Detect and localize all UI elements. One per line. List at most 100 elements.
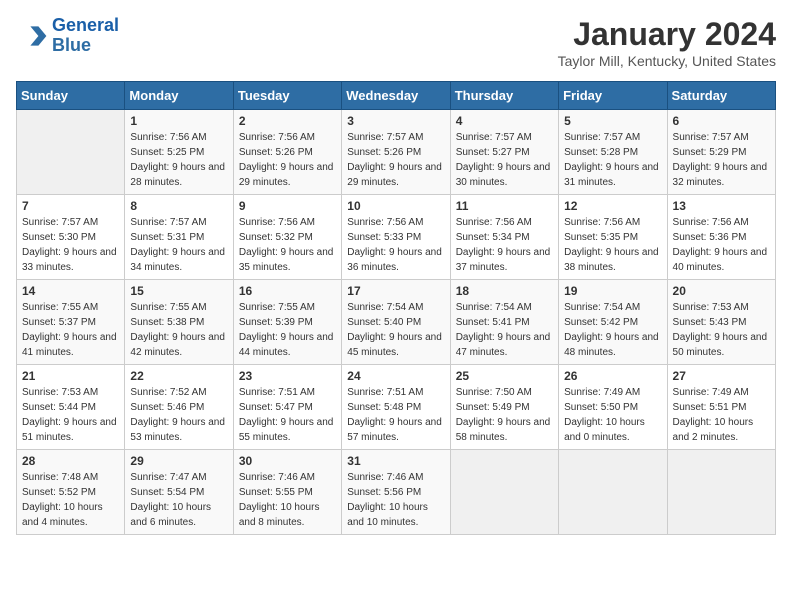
day-info: Sunrise: 7:51 AMSunset: 5:47 PMDaylight:…	[239, 385, 336, 445]
calendar-cell: 14 Sunrise: 7:55 AMSunset: 5:37 PMDayligh…	[17, 280, 125, 365]
calendar-cell: 23 Sunrise: 7:51 AMSunset: 5:47 PMDayligh…	[233, 365, 341, 450]
week-row-4: 21Sunrise: 7:53 AMSunset: 5:44 PMDayligh…	[17, 365, 776, 450]
day-info: Sunrise: 7:46 AMSunset: 5:56 PMDaylight:…	[347, 470, 444, 530]
day-info: Sunrise: 7:54 AMSunset: 5:40 PMDaylight:…	[347, 300, 444, 360]
day-header-friday: Friday	[559, 82, 667, 110]
calendar-table: SundayMondayTuesdayWednesdayThursdayFrid…	[16, 81, 776, 535]
day-number: 15	[130, 284, 227, 298]
day-info: Sunrise: 7:56 AMSunset: 5:26 PMDaylight:…	[239, 130, 336, 190]
day-number: 11	[456, 199, 553, 213]
day-number: 22	[130, 369, 227, 383]
calendar-cell: 15 Sunrise: 7:55 AMSunset: 5:38 PMDayligh…	[125, 280, 233, 365]
day-number: 4	[456, 114, 553, 128]
calendar-cell: 27 Sunrise: 7:49 AMSunset: 5:51 PMDayligh…	[667, 365, 775, 450]
calendar-cell: 2 Sunrise: 7:56 AMSunset: 5:26 PMDaylight…	[233, 110, 341, 195]
day-number: 18	[456, 284, 553, 298]
day-number: 24	[347, 369, 444, 383]
day-number: 14	[22, 284, 119, 298]
calendar-cell: 3Sunrise: 7:57 AMSunset: 5:26 PMDaylight…	[342, 110, 450, 195]
day-info: Sunrise: 7:49 AMSunset: 5:50 PMDaylight:…	[564, 385, 661, 445]
calendar-cell: 17 Sunrise: 7:54 AMSunset: 5:40 PMDayligh…	[342, 280, 450, 365]
day-header-thursday: Thursday	[450, 82, 558, 110]
day-number: 31	[347, 454, 444, 468]
day-header-sunday: Sunday	[17, 82, 125, 110]
month-title: January 2024	[558, 16, 776, 53]
calendar-cell: 24 Sunrise: 7:51 AMSunset: 5:48 PMDayligh…	[342, 365, 450, 450]
day-info: Sunrise: 7:56 AMSunset: 5:34 PMDaylight:…	[456, 215, 553, 275]
week-row-1: 1 Sunrise: 7:56 AMSunset: 5:25 PMDaylight…	[17, 110, 776, 195]
calendar-cell: 7 Sunrise: 7:57 AMSunset: 5:30 PMDaylight…	[17, 195, 125, 280]
logo-icon	[16, 20, 48, 52]
page-header: General Blue January 2024 Taylor Mill, K…	[16, 16, 776, 69]
day-number: 1	[130, 114, 227, 128]
day-info: Sunrise: 7:56 AMSunset: 5:32 PMDaylight:…	[239, 215, 336, 275]
day-number: 29	[130, 454, 227, 468]
day-info: Sunrise: 7:57 AMSunset: 5:30 PMDaylight:…	[22, 215, 119, 275]
calendar-cell: 22Sunrise: 7:52 AMSunset: 5:46 PMDayligh…	[125, 365, 233, 450]
day-header-wednesday: Wednesday	[342, 82, 450, 110]
day-number: 10	[347, 199, 444, 213]
day-number: 21	[22, 369, 119, 383]
calendar-cell: 28 Sunrise: 7:48 AMSunset: 5:52 PMDayligh…	[17, 450, 125, 535]
day-info: Sunrise: 7:54 AMSunset: 5:42 PMDaylight:…	[564, 300, 661, 360]
calendar-cell: 18 Sunrise: 7:54 AMSunset: 5:41 PMDayligh…	[450, 280, 558, 365]
day-number: 28	[22, 454, 119, 468]
day-number: 2	[239, 114, 336, 128]
calendar-cell	[559, 450, 667, 535]
day-info: Sunrise: 7:56 AMSunset: 5:35 PMDaylight:…	[564, 215, 661, 275]
calendar-cell	[17, 110, 125, 195]
day-number: 17	[347, 284, 444, 298]
day-info: Sunrise: 7:55 AMSunset: 5:39 PMDaylight:…	[239, 300, 336, 360]
day-number: 13	[673, 199, 770, 213]
calendar-cell: 6Sunrise: 7:57 AMSunset: 5:29 PMDaylight…	[667, 110, 775, 195]
day-number: 12	[564, 199, 661, 213]
logo-text: General Blue	[52, 16, 119, 56]
calendar-cell: 31 Sunrise: 7:46 AMSunset: 5:56 PMDayligh…	[342, 450, 450, 535]
day-info: Sunrise: 7:57 AMSunset: 5:27 PMDaylight:…	[456, 130, 553, 190]
day-number: 23	[239, 369, 336, 383]
week-row-3: 14 Sunrise: 7:55 AMSunset: 5:37 PMDayligh…	[17, 280, 776, 365]
calendar-cell: 13Sunrise: 7:56 AMSunset: 5:36 PMDayligh…	[667, 195, 775, 280]
day-info: Sunrise: 7:57 AMSunset: 5:28 PMDaylight:…	[564, 130, 661, 190]
calendar-cell: 11 Sunrise: 7:56 AMSunset: 5:34 PMDayligh…	[450, 195, 558, 280]
day-number: 20	[673, 284, 770, 298]
calendar-cell: 12 Sunrise: 7:56 AMSunset: 5:35 PMDayligh…	[559, 195, 667, 280]
calendar-cell: 25Sunrise: 7:50 AMSunset: 5:49 PMDayligh…	[450, 365, 558, 450]
day-info: Sunrise: 7:55 AMSunset: 5:37 PMDaylight:…	[22, 300, 119, 360]
day-number: 5	[564, 114, 661, 128]
day-info: Sunrise: 7:49 AMSunset: 5:51 PMDaylight:…	[673, 385, 770, 445]
location-title: Taylor Mill, Kentucky, United States	[558, 53, 776, 69]
calendar-cell: 21Sunrise: 7:53 AMSunset: 5:44 PMDayligh…	[17, 365, 125, 450]
day-header-tuesday: Tuesday	[233, 82, 341, 110]
title-block: January 2024 Taylor Mill, Kentucky, Unit…	[558, 16, 776, 69]
day-number: 27	[673, 369, 770, 383]
day-number: 26	[564, 369, 661, 383]
day-info: Sunrise: 7:51 AMSunset: 5:48 PMDaylight:…	[347, 385, 444, 445]
day-info: Sunrise: 7:48 AMSunset: 5:52 PMDaylight:…	[22, 470, 119, 530]
calendar-cell: 1 Sunrise: 7:56 AMSunset: 5:25 PMDaylight…	[125, 110, 233, 195]
day-info: Sunrise: 7:55 AMSunset: 5:38 PMDaylight:…	[130, 300, 227, 360]
day-info: Sunrise: 7:50 AMSunset: 5:49 PMDaylight:…	[456, 385, 553, 445]
calendar-cell: 30 Sunrise: 7:46 AMSunset: 5:55 PMDayligh…	[233, 450, 341, 535]
calendar-cell: 16 Sunrise: 7:55 AMSunset: 5:39 PMDayligh…	[233, 280, 341, 365]
day-number: 30	[239, 454, 336, 468]
calendar-header-row: SundayMondayTuesdayWednesdayThursdayFrid…	[17, 82, 776, 110]
day-info: Sunrise: 7:53 AMSunset: 5:43 PMDaylight:…	[673, 300, 770, 360]
calendar-cell: 9 Sunrise: 7:56 AMSunset: 5:32 PMDaylight…	[233, 195, 341, 280]
day-info: Sunrise: 7:56 AMSunset: 5:25 PMDaylight:…	[130, 130, 227, 190]
day-number: 9	[239, 199, 336, 213]
day-number: 16	[239, 284, 336, 298]
calendar-cell: 20 Sunrise: 7:53 AMSunset: 5:43 PMDayligh…	[667, 280, 775, 365]
day-number: 3	[347, 114, 444, 128]
week-row-2: 7 Sunrise: 7:57 AMSunset: 5:30 PMDaylight…	[17, 195, 776, 280]
calendar-cell: 19 Sunrise: 7:54 AMSunset: 5:42 PMDayligh…	[559, 280, 667, 365]
day-number: 19	[564, 284, 661, 298]
calendar-cell: 5 Sunrise: 7:57 AMSunset: 5:28 PMDaylight…	[559, 110, 667, 195]
day-info: Sunrise: 7:46 AMSunset: 5:55 PMDaylight:…	[239, 470, 336, 530]
calendar-cell	[667, 450, 775, 535]
day-number: 8	[130, 199, 227, 213]
day-info: Sunrise: 7:57 AMSunset: 5:29 PMDaylight:…	[673, 130, 770, 190]
day-info: Sunrise: 7:54 AMSunset: 5:41 PMDaylight:…	[456, 300, 553, 360]
day-number: 7	[22, 199, 119, 213]
logo: General Blue	[16, 16, 119, 56]
